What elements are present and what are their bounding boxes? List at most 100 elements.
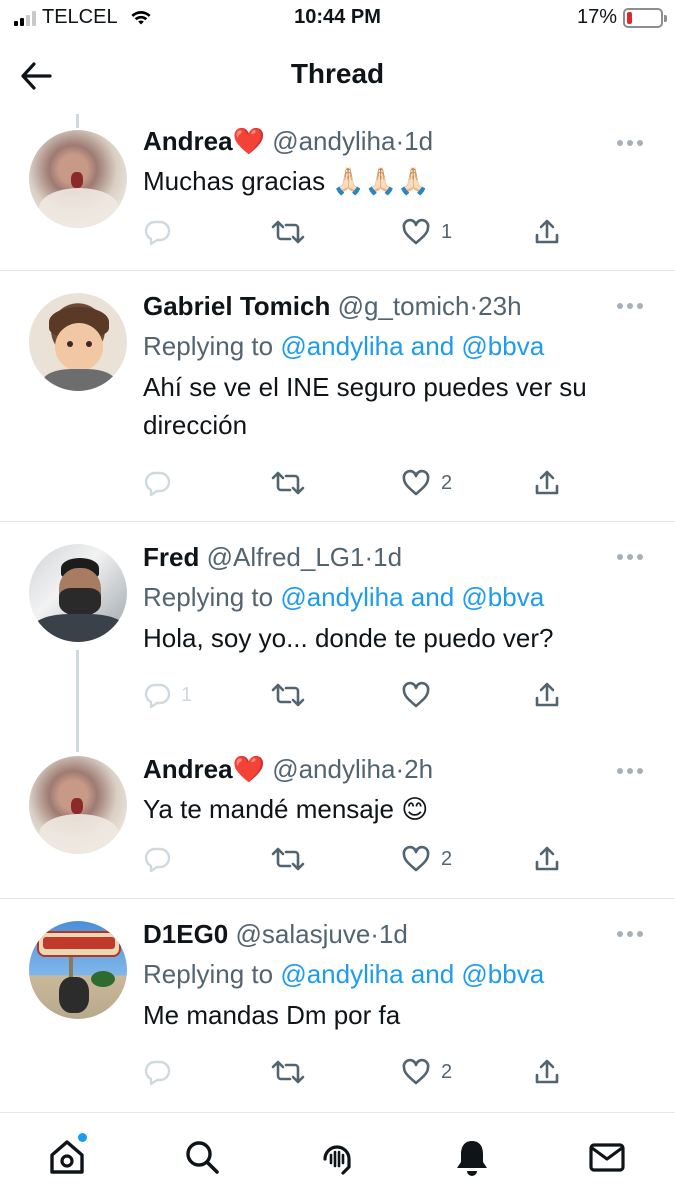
tweet-text: Me mandas Dm por fa — [143, 1000, 401, 1030]
battery-fill — [627, 11, 633, 24]
heart-icon — [402, 1058, 430, 1085]
avatar[interactable] — [29, 130, 127, 228]
timestamp[interactable]: 1d — [373, 542, 402, 572]
timestamp[interactable]: 1d — [404, 126, 433, 156]
like-button[interactable] — [401, 677, 441, 713]
display-name[interactable]: Gabriel Tomich — [143, 291, 330, 321]
retweet-button[interactable] — [271, 1054, 305, 1090]
tweet[interactable]: D1EG0 @salasjuve·1d Replying to @andylih… — [0, 899, 675, 1109]
avatar[interactable] — [29, 921, 127, 1019]
share-icon — [535, 682, 559, 707]
tweet-actions: 2 — [143, 1054, 573, 1090]
retweet-button[interactable] — [271, 214, 305, 250]
heart-emoji: ❤️ — [232, 754, 265, 784]
heart-icon — [402, 681, 430, 708]
tweet-text: Hola, soy yo... donde te puedo ver? — [143, 623, 554, 653]
tab-home[interactable] — [45, 1133, 89, 1179]
retweet-button[interactable] — [271, 677, 305, 713]
display-name[interactable]: Andrea — [143, 126, 233, 156]
display-name[interactable]: Fred — [143, 542, 199, 572]
separator: · — [395, 126, 405, 156]
separator: · — [370, 919, 379, 949]
like-button[interactable]: 2 — [401, 465, 452, 501]
more-options-icon[interactable] — [617, 931, 643, 937]
user-handle[interactable]: @Alfred_LG1 — [207, 542, 365, 572]
reply-button[interactable] — [143, 841, 181, 877]
user-handle[interactable]: @andyliha — [272, 754, 395, 784]
tab-search[interactable] — [180, 1135, 224, 1179]
reply-count: 1 — [181, 683, 193, 706]
like-button[interactable]: 2 — [401, 841, 452, 877]
bell-icon — [457, 1141, 487, 1176]
like-button[interactable]: 2 — [401, 1054, 452, 1090]
reply-icon — [144, 847, 171, 873]
reply-icon — [144, 220, 171, 246]
tab-notifications[interactable] — [450, 1135, 494, 1179]
timestamp[interactable]: 23h — [478, 291, 521, 321]
retweet-icon — [271, 471, 305, 495]
search-icon — [186, 1141, 219, 1174]
more-options-icon[interactable] — [617, 140, 643, 146]
share-icon — [535, 470, 559, 495]
share-icon — [535, 846, 559, 871]
display-name[interactable]: Andrea — [143, 754, 233, 784]
tweet[interactable]: Fred @Alfred_LG1·1d Replying to @andylih… — [0, 522, 675, 722]
replying-to-users[interactable]: @andyliha and @bbva — [280, 582, 544, 612]
retweet-button[interactable] — [271, 465, 305, 501]
tweet-header: D1EG0 @salasjuve·1d — [143, 919, 651, 949]
tweet-header: Andrea❤️ @andyliha·2h — [143, 754, 651, 784]
like-count: 1 — [441, 220, 453, 243]
spaces-icon — [323, 1145, 351, 1175]
share-icon — [535, 1059, 559, 1084]
status-right: 17% — [577, 6, 667, 29]
tweet[interactable]: Gabriel Tomich @g_tomich·23h Replying to… — [0, 271, 675, 521]
like-count: 2 — [441, 847, 453, 870]
replying-to: Replying to @andyliha and @bbva — [143, 582, 651, 613]
user-handle[interactable]: @g_tomich — [338, 291, 470, 321]
tweet[interactable]: Andrea❤️ @andyliha·2h Ya te mandé mensaj… — [0, 740, 675, 897]
avatar[interactable] — [29, 756, 127, 854]
heart-icon — [402, 218, 430, 245]
replying-to: Replying to @andyliha and @bbva — [143, 959, 651, 990]
reply-button[interactable] — [143, 1054, 181, 1090]
tweet[interactable]: Andrea❤️ @andyliha·1d Muchas gracias 🙏🏻🙏… — [0, 120, 675, 270]
reply-button[interactable] — [143, 214, 181, 250]
timestamp[interactable]: 2h — [404, 754, 433, 784]
tweet-text: Muchas gracias 🙏🏻🙏🏻🙏🏻 — [143, 166, 430, 196]
more-options-icon[interactable] — [617, 303, 643, 309]
replying-to-users[interactable]: @andyliha and @bbva — [280, 959, 544, 989]
home-icon — [50, 1140, 84, 1174]
tab-messages[interactable] — [585, 1135, 629, 1179]
mail-icon — [589, 1143, 625, 1172]
reply-icon — [144, 1060, 171, 1086]
like-count: 2 — [441, 471, 453, 494]
retweet-icon — [271, 683, 305, 707]
tweet-header: Andrea❤️ @andyliha·1d — [143, 126, 651, 156]
user-handle[interactable]: @salasjuve — [236, 919, 371, 949]
share-button[interactable] — [533, 841, 561, 877]
reply-button[interactable] — [143, 465, 181, 501]
more-options-icon[interactable] — [617, 554, 643, 560]
avatar[interactable] — [29, 544, 127, 642]
reply-button[interactable]: 1 — [143, 677, 192, 713]
share-button[interactable] — [533, 214, 561, 250]
retweet-button[interactable] — [271, 841, 305, 877]
retweet-icon — [271, 220, 305, 244]
share-icon — [535, 219, 559, 244]
share-button[interactable] — [533, 465, 561, 501]
tweet-actions: 2 — [143, 465, 573, 501]
retweet-icon — [271, 847, 305, 871]
display-name[interactable]: D1EG0 — [143, 919, 228, 949]
user-handle[interactable]: @andyliha — [272, 126, 395, 156]
timestamp[interactable]: 1d — [379, 919, 408, 949]
status-bar: TELCEL 10:44 PM 17% — [0, 0, 675, 40]
tab-spaces[interactable] — [315, 1135, 359, 1179]
share-button[interactable] — [533, 1054, 561, 1090]
share-button[interactable] — [533, 677, 561, 713]
avatar[interactable] — [29, 293, 127, 391]
tweet-actions: 1 — [143, 214, 573, 250]
page-title: Thread — [290, 58, 385, 89]
more-options-icon[interactable] — [617, 768, 643, 774]
replying-to-users[interactable]: @andyliha and @bbva — [280, 331, 544, 361]
like-button[interactable]: 1 — [401, 214, 452, 250]
